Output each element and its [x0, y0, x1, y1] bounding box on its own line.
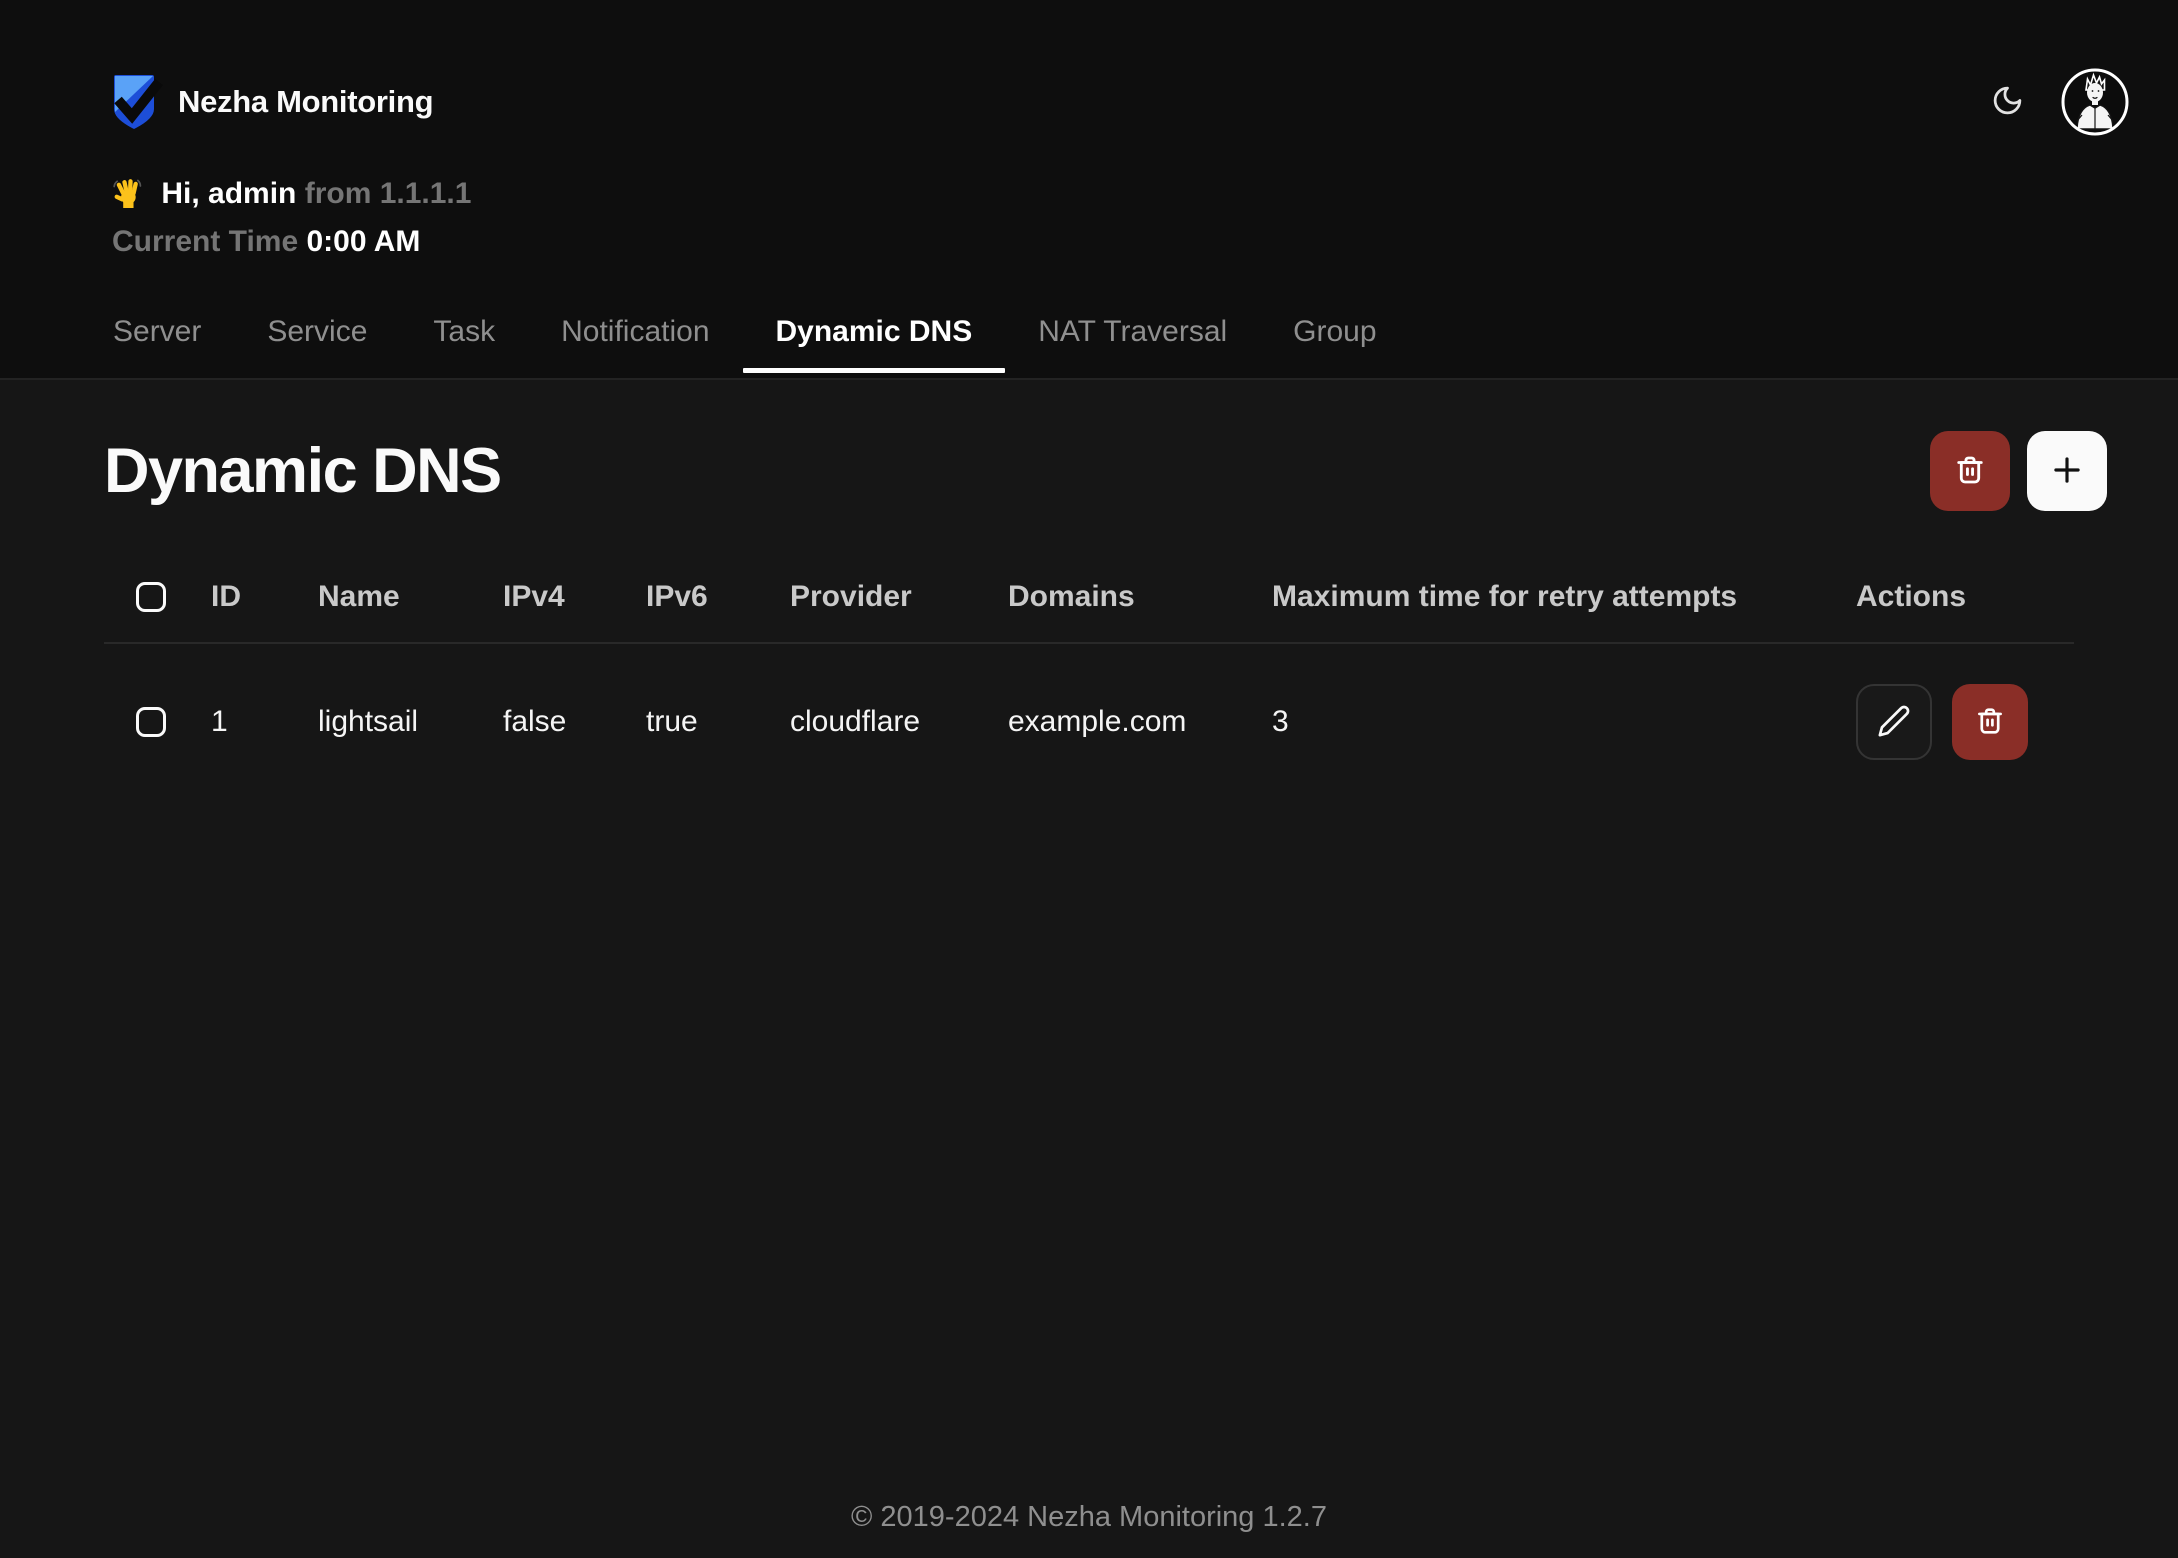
greeting-line: Hi, admin from 1.1.1.1 [112, 172, 2178, 220]
tab-dynamic-dns[interactable]: Dynamic DNS [743, 301, 1006, 373]
tab-service[interactable]: Service [234, 301, 400, 373]
plus-icon [2048, 451, 2086, 492]
cell-ipv4: false [503, 643, 646, 800]
cell-max-retry: 3 [1272, 643, 1856, 800]
edit-record-button[interactable] [1856, 684, 1932, 760]
trash-icon [1973, 704, 2007, 741]
greeting-from-ip: from 1.1.1.1 [305, 177, 472, 210]
ddns-table: ID Name IPv4 IPv6 Provider Domains Maxim… [104, 558, 2074, 800]
greeting-block: Hi, admin from 1.1.1.1 Current Time 0:00… [0, 138, 2178, 263]
greeting-username: Hi, admin [161, 177, 296, 210]
column-header-actions: Actions [1856, 558, 2074, 643]
column-header-max-retry: Maximum time for retry attempts [1272, 558, 1856, 643]
toolbar [1930, 431, 2107, 511]
trash-icon [1952, 452, 1988, 491]
footer-copyright: © 2019-2024 Nezha Monitoring 1.2.7 [0, 1501, 2178, 1534]
tab-task[interactable]: Task [400, 301, 528, 373]
wave-hand-icon [112, 182, 151, 215]
main-nav-tabs: Server Service Task Notification Dynamic… [0, 301, 2178, 378]
page-title: Dynamic DNS [104, 435, 501, 507]
column-header-domains: Domains [1008, 558, 1272, 643]
column-header-ipv4: IPv4 [503, 558, 646, 643]
nezha-logo-icon [112, 73, 160, 131]
column-header-ipv6: IPv6 [646, 558, 790, 643]
tab-group[interactable]: Group [1260, 301, 1409, 373]
theme-toggle-button[interactable] [1991, 84, 2024, 120]
delete-record-button[interactable] [1952, 684, 2028, 760]
page-content: Dynamic DNS [0, 430, 2178, 800]
brand-title: Nezha Monitoring [178, 84, 433, 120]
cell-domains: example.com [1008, 643, 1272, 800]
current-time-label: Current Time [112, 225, 298, 258]
tab-server[interactable]: Server [80, 301, 234, 373]
app-header: Nezha Monitoring [0, 0, 2178, 380]
cell-id: 1 [211, 643, 318, 800]
user-avatar[interactable] [2060, 67, 2130, 137]
brand-row: Nezha Monitoring [0, 66, 2178, 138]
cell-name: lightsail [318, 643, 503, 800]
current-time-value: 0:00 AM [307, 225, 421, 258]
moon-icon [1991, 84, 2024, 120]
column-header-id: ID [211, 558, 318, 643]
row-actions [1856, 684, 2074, 760]
cell-ipv6: true [646, 643, 790, 800]
pencil-icon [1877, 704, 1911, 741]
table-row: 1 lightsail false true cloudflare exampl… [104, 643, 2074, 800]
tab-notification[interactable]: Notification [528, 301, 742, 373]
title-row: Dynamic DNS [104, 430, 2074, 512]
table-header-row: ID Name IPv4 IPv6 Provider Domains Maxim… [104, 558, 2074, 643]
row-select-checkbox[interactable] [136, 707, 166, 737]
cell-provider: cloudflare [790, 643, 1008, 800]
column-header-name: Name [318, 558, 503, 643]
column-header-provider: Provider [790, 558, 1008, 643]
select-all-checkbox[interactable] [136, 582, 166, 612]
tab-nat-traversal[interactable]: NAT Traversal [1005, 301, 1260, 373]
current-time-line: Current Time 0:00 AM [112, 220, 2178, 263]
add-record-button[interactable] [2027, 431, 2107, 511]
bulk-delete-button[interactable] [1930, 431, 2010, 511]
